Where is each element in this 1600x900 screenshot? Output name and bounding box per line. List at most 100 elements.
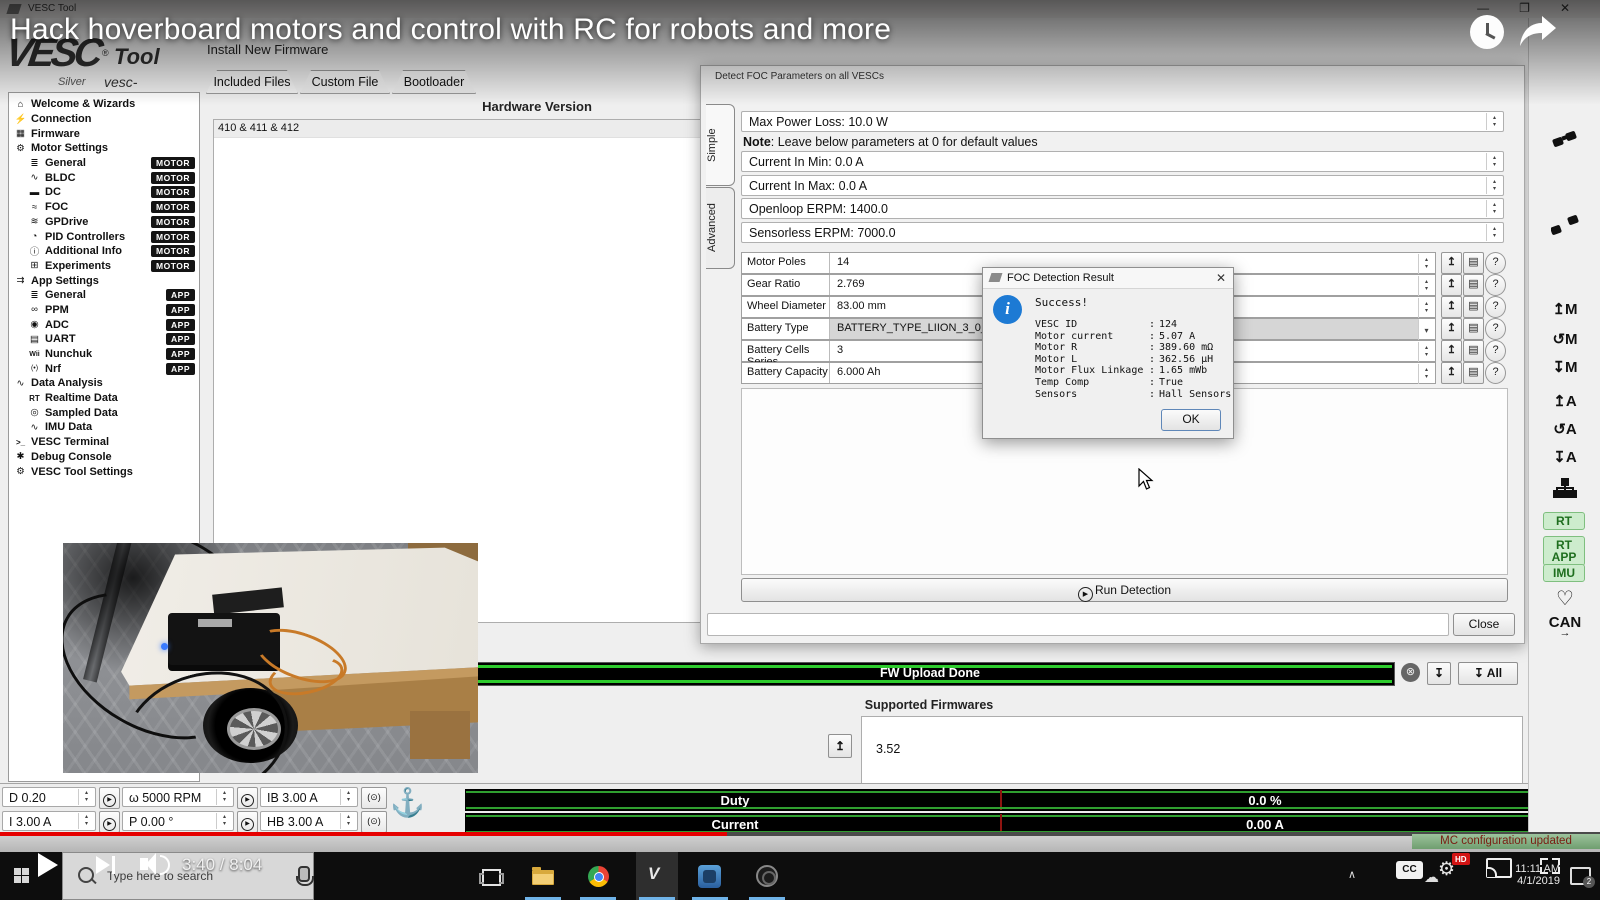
- realtime-app-data-button[interactable]: RT APP: [1543, 536, 1585, 566]
- play-button[interactable]: [38, 853, 58, 877]
- write-app-config-button[interactable]: ↥A: [1529, 392, 1600, 410]
- run-position-button[interactable]: ▶: [237, 811, 258, 833]
- run-current-button[interactable]: ▶: [99, 811, 120, 833]
- openloop-erpm-spinbox[interactable]: Openloop ERPM: 1400.0▴▾: [741, 198, 1504, 219]
- spinner-icon[interactable]: ▴▾: [216, 813, 232, 829]
- tab-advanced[interactable]: Advanced: [706, 187, 735, 269]
- spinner-icon[interactable]: ▴▾: [1418, 254, 1434, 274]
- fullscreen-icon[interactable]: [1540, 858, 1560, 874]
- chrome-icon[interactable]: [588, 866, 609, 887]
- write-param-button[interactable]: ↥: [1441, 362, 1462, 384]
- help-icon[interactable]: ?: [1485, 362, 1506, 384]
- help-icon[interactable]: ?: [1485, 318, 1506, 340]
- sidebar-item-experiments[interactable]: ⊞ExperimentsMOTOR: [9, 259, 199, 274]
- sidebar-item-dc[interactable]: ▬DCMOTOR: [9, 185, 199, 200]
- video-title[interactable]: Hack hoverboard motors and control with …: [10, 13, 891, 47]
- run-duty-button[interactable]: ▶: [99, 787, 120, 809]
- volume-icon[interactable]: [140, 858, 148, 870]
- sidebar-item-data-analysis[interactable]: ∿Data Analysis: [9, 376, 199, 391]
- microphone-icon[interactable]: [298, 866, 310, 882]
- firmware-version-item[interactable]: 3.52: [862, 739, 1522, 759]
- write-param-button[interactable]: ↥: [1441, 252, 1462, 274]
- spinner-icon[interactable]: ▴▾: [216, 789, 232, 805]
- sidebar-item-ppm[interactable]: ∞PPMAPP: [9, 303, 199, 318]
- write-param-button[interactable]: ↥: [1441, 340, 1462, 362]
- copy-param-icon[interactable]: ▤: [1463, 318, 1484, 340]
- sidebar-item-vesc-terminal[interactable]: >_VESC Terminal: [9, 435, 199, 450]
- current-in-max-spinbox[interactable]: Current In Max: 0.0 A▴▾: [741, 175, 1504, 196]
- minimize-icon[interactable]: —: [1477, 1, 1489, 15]
- spinner-icon[interactable]: ▴▾: [1418, 298, 1434, 318]
- copy-param-icon[interactable]: ▤: [1463, 296, 1484, 318]
- spinner-icon[interactable]: ▴▾: [78, 789, 94, 805]
- copy-param-icon[interactable]: ▤: [1463, 274, 1484, 296]
- reload-motor-config-button[interactable]: ↺M: [1529, 330, 1600, 348]
- sidebar-item-bldc[interactable]: ∿BLDCMOTOR: [9, 170, 199, 185]
- imu-data-button[interactable]: IMU: [1543, 564, 1585, 582]
- sidebar-item-nrf[interactable]: (•)NrfAPP: [9, 361, 199, 376]
- sidebar-item-sampled-data[interactable]: ◎Sampled Data: [9, 405, 199, 420]
- download-all-button[interactable]: ↧ All: [1458, 662, 1518, 685]
- run-speed-button[interactable]: ▶: [237, 787, 258, 809]
- write-param-button[interactable]: ↥: [1441, 318, 1462, 340]
- sidebar-item-motor-settings[interactable]: ⚙Motor Settings: [9, 141, 199, 156]
- sidebar-item-realtime-data[interactable]: RTRealtime Data: [9, 391, 199, 406]
- vesc-tool-taskbar-icon[interactable]: V: [636, 852, 678, 900]
- sidebar-item-adc[interactable]: ◉ADCAPP: [9, 317, 199, 332]
- video-progress-bar[interactable]: [0, 832, 1600, 836]
- copy-param-icon[interactable]: ▤: [1463, 340, 1484, 362]
- sensorless-erpm-spinbox[interactable]: Sensorless ERPM: 7000.0▴▾: [741, 222, 1504, 243]
- sidebar-item-uart[interactable]: ▤UARTAPP: [9, 332, 199, 347]
- help-icon[interactable]: ?: [1485, 296, 1506, 318]
- sidebar-item-connection[interactable]: ⚡Connection: [9, 112, 199, 127]
- run-detection-button[interactable]: ▶Run Detection: [741, 578, 1508, 602]
- sidebar-item-app-settings[interactable]: ⇉App Settings: [9, 273, 199, 288]
- duty-setpoint-spinbox[interactable]: D 0.20▴▾: [2, 787, 96, 807]
- network-icon[interactable]: [1553, 478, 1577, 498]
- spinner-icon[interactable]: ▴▾: [1486, 177, 1502, 194]
- sidebar-item-firmware[interactable]: ▦Firmware: [9, 126, 199, 141]
- copy-param-icon[interactable]: ▤: [1463, 252, 1484, 274]
- spinner-icon[interactable]: ▴▾: [1418, 276, 1434, 296]
- sidebar-item-welcome[interactable]: ⌂Welcome & Wizards: [9, 97, 199, 112]
- sidebar-item-pid[interactable]: ◔PID ControllersMOTOR: [9, 229, 199, 244]
- realtime-data-button[interactable]: RT: [1543, 512, 1585, 530]
- cloud-icon[interactable]: ☁: [1424, 868, 1439, 886]
- read-motor-config-button[interactable]: ↧M: [1529, 358, 1600, 376]
- sidebar-item-foc[interactable]: ≈FOCMOTOR: [9, 200, 199, 215]
- can-forward-button[interactable]: CAN→: [1529, 614, 1600, 636]
- sidebar-item-imu-data[interactable]: ∿IMU Data: [9, 420, 199, 435]
- write-param-button[interactable]: ↥: [1441, 296, 1462, 318]
- spinner-icon[interactable]: ▴▾: [1486, 153, 1502, 170]
- close-icon[interactable]: ✕: [1216, 268, 1226, 288]
- tab-included-files[interactable]: Included Files: [206, 70, 298, 94]
- task-view-icon[interactable]: [482, 869, 501, 886]
- heart-icon[interactable]: ♡: [1529, 586, 1600, 611]
- next-button[interactable]: [96, 856, 110, 874]
- close-icon[interactable]: ✕: [1560, 1, 1570, 15]
- write-param-button[interactable]: ↥: [1441, 274, 1462, 296]
- spinner-icon[interactable]: ▴▾: [340, 789, 356, 805]
- brake-current-spinbox[interactable]: IB 3.00 A▴▾: [260, 787, 358, 807]
- ok-button[interactable]: OK: [1161, 409, 1221, 431]
- spinner-icon[interactable]: ▴▾: [78, 813, 94, 829]
- close-button[interactable]: Close: [1453, 613, 1515, 636]
- tab-simple[interactable]: Simple: [706, 104, 735, 186]
- start-button[interactable]: [14, 868, 29, 883]
- sidebar-item-debug-console[interactable]: ✱Debug Console: [9, 450, 199, 465]
- app-taskbar-icon[interactable]: [698, 865, 721, 888]
- speed-setpoint-spinbox[interactable]: ω 5000 RPM▴▾: [122, 787, 234, 807]
- disconnect-icon[interactable]: [1551, 214, 1579, 238]
- connect-icon[interactable]: [1551, 128, 1579, 152]
- watch-later-icon[interactable]: [1470, 15, 1504, 49]
- download-button[interactable]: ↧: [1427, 662, 1451, 685]
- spinner-icon[interactable]: ▴▾: [1418, 342, 1434, 362]
- tab-custom-file[interactable]: Custom File: [300, 70, 390, 94]
- tray-expand-icon[interactable]: ∧: [1348, 868, 1356, 881]
- sidebar-item-nunchuk[interactable]: WiiNunchukAPP: [9, 347, 199, 362]
- max-power-loss-spinbox[interactable]: Max Power Loss: 10.0 W▴▾: [741, 111, 1504, 132]
- captions-button[interactable]: CC: [1396, 861, 1423, 879]
- brake-icon[interactable]: (⊙): [361, 787, 387, 809]
- sidebar-item-additional-info[interactable]: ⓘAdditional InfoMOTOR: [9, 244, 199, 259]
- share-icon[interactable]: [1518, 14, 1558, 53]
